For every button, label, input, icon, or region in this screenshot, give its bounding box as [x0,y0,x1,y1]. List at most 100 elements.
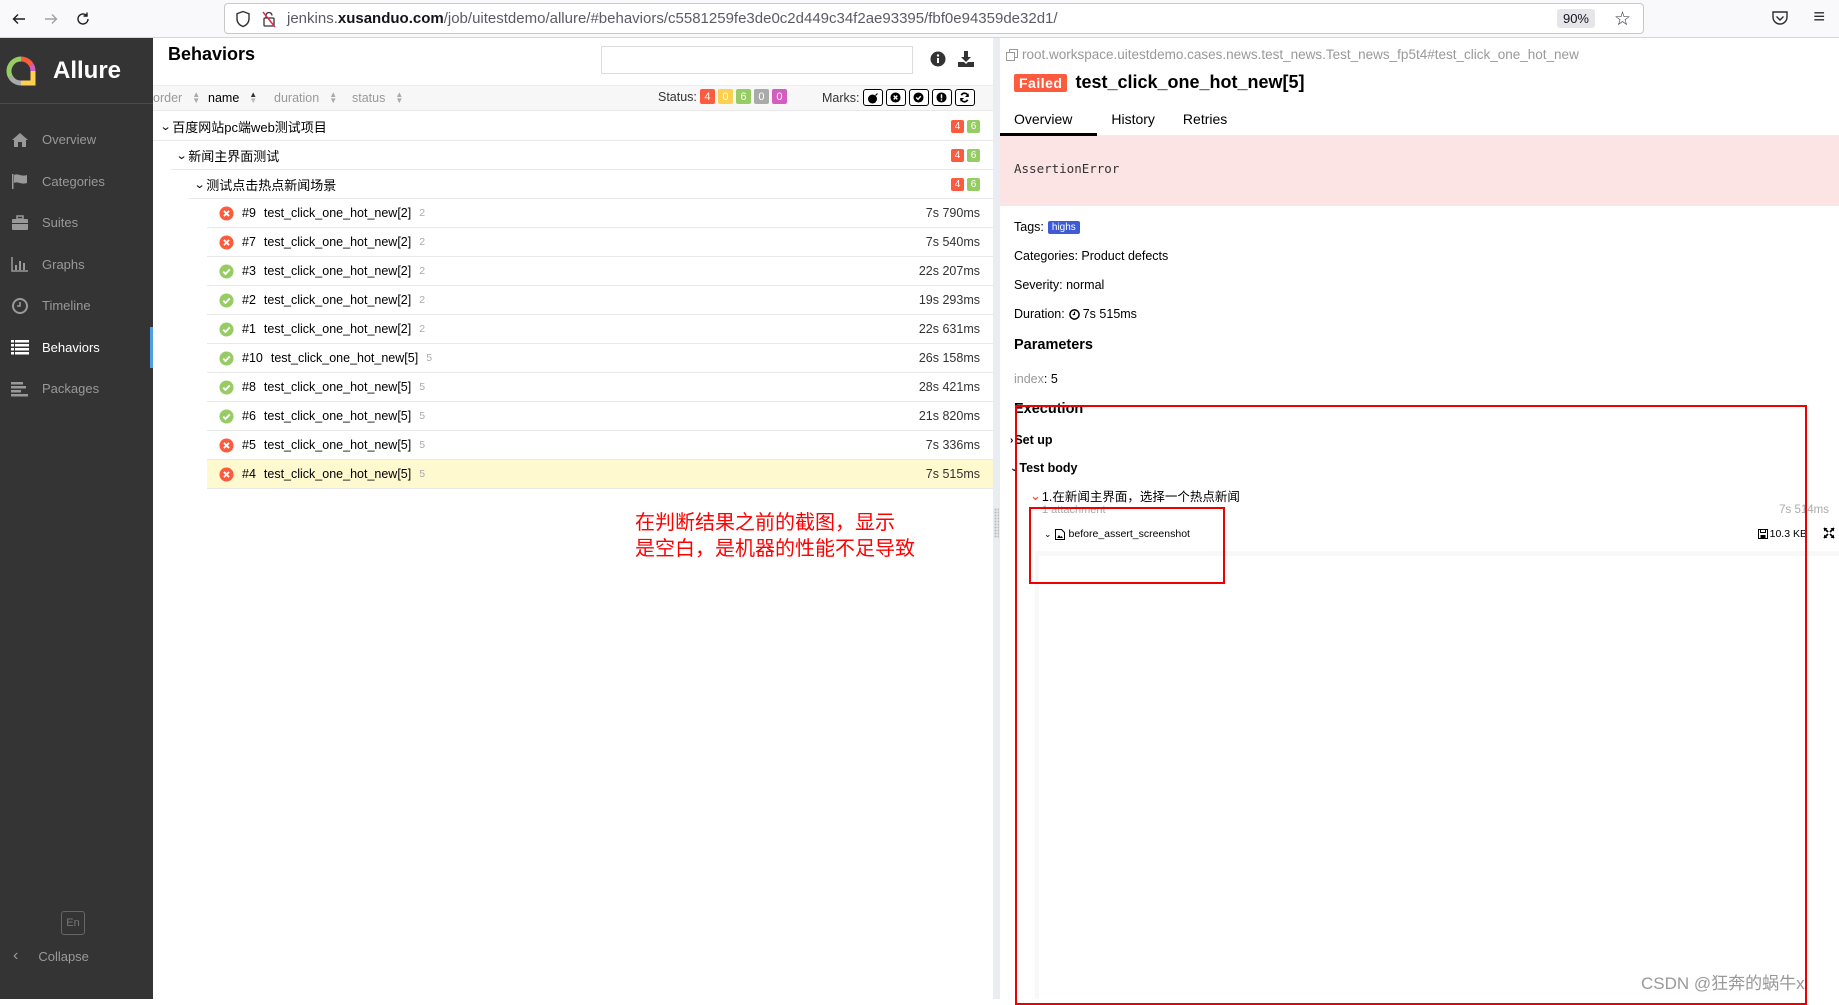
download-icon[interactable] [957,50,975,68]
status-badge: Failed [1014,73,1068,92]
duration-label: Duration: [1014,307,1065,321]
drag-handle-icon[interactable] [994,508,999,538]
tab-retries[interactable]: Retries [1169,104,1241,136]
test-name: test_click_one_hot_new[2] [263,235,412,249]
search-input[interactable] [601,46,913,74]
test-row[interactable]: #6 test_click_one_hot_new[5] 5 21s 820ms [207,402,993,431]
test-name: test_click_one_hot_new[5] [263,467,412,481]
url-text[interactable]: jenkins.xusanduo.com/job/uitestdemo/allu… [287,10,1058,27]
sort-label: name [208,91,240,105]
sidebar-item-timeline[interactable]: Timeline [0,285,153,327]
test-row[interactable]: #7 test_click_one_hot_new[2] 2 7s 540ms [207,228,993,257]
sidebar-item-packages[interactable]: Packages [0,368,153,410]
url-path: /job/uitestdemo/allure/#behaviors/c55812… [443,10,1058,27]
list-icon [10,337,30,357]
brand[interactable]: Allure [0,38,153,104]
copy-icon[interactable] [1006,48,1018,61]
duration-row: Duration: 7s 515ms [1014,307,1137,321]
check-circle-icon [913,92,924,103]
tree-group-story[interactable]: ⌄ 测试点击热点新闻场景 4 6 [189,170,993,199]
back-arrow-icon [12,13,25,24]
language-switch-button[interactable]: En [61,911,85,935]
behaviors-tree: ⌄ 百度网站pc端web测试项目 4 6 ⌄ 新闻主界面测试 4 6 ⌄ 测试点… [153,112,993,489]
forward-button[interactable] [38,6,64,32]
sidebar-item-overview[interactable]: Overview [0,119,153,161]
back-button[interactable] [6,6,32,32]
sort-bar: order ▲ ▼ name ▲ ▼ duration ▲ ▼ status ▲ ▼ S… [153,85,993,111]
annotation-box-execution [1015,405,1807,1005]
test-parameter: 2 [419,294,426,306]
pocket-icon[interactable] [1771,9,1789,27]
mark-new-failed-button[interactable] [885,89,906,106]
test-order: #10 [242,351,263,365]
status-filter-skipped[interactable]: 0 [753,89,769,104]
tags-label: Tags: [1014,220,1044,234]
url-bar[interactable]: jenkins.xusanduo.com/job/uitestdemo/allu… [224,3,1644,34]
insecure-lock-icon[interactable] [261,10,277,28]
status-filter-broken[interactable]: 0 [717,89,733,104]
bar-chart-icon [10,254,30,274]
clock-icon [10,296,30,316]
forward-arrow-icon [45,13,58,24]
chevron-down-icon: ⌄ [175,149,188,162]
sidebar-item-behaviors[interactable]: Behaviors [0,326,153,369]
passed-status-icon [219,350,234,366]
collapse-button[interactable]: ‹ Collapse [0,944,89,968]
sort-by-order[interactable]: order ▲ ▼ [143,91,200,106]
mark-flaky-button[interactable] [862,89,883,106]
mark-new-passed-button[interactable] [908,89,929,106]
status-filter: Status: 4 0 6 0 0 [658,89,787,104]
mark-retries-button[interactable] [954,89,975,106]
info-icon[interactable] [930,51,946,67]
chevron-down-icon: ⌄ [193,178,206,191]
bookmark-star-icon[interactable]: ☆ [1614,8,1631,31]
test-row[interactable]: #8 test_click_one_hot_new[5] 5 28s 421ms [207,373,993,402]
sort-by-name[interactable]: name ▲ ▼ [208,91,257,106]
test-row[interactable]: #9 test_click_one_hot_new[2] 2 7s 790ms [207,199,993,228]
hamburger-menu-icon[interactable]: ≡ [1813,6,1825,29]
test-row[interactable]: #10 test_click_one_hot_new[5] 5 26s 158ms [207,344,993,373]
test-title-row: Failed test_click_one_hot_new[5] [1014,72,1305,93]
bomb-icon [867,92,878,103]
reload-button[interactable] [70,6,96,32]
sort-label: status [352,91,386,105]
full-name-text: root.workspace.uitestdemo.cases.news.tes… [1022,47,1579,62]
test-order: #2 [242,293,256,307]
mark-new-broken-button[interactable] [931,89,952,106]
error-message-box[interactable]: AssertionError [1000,136,1839,206]
tree-group-feature[interactable]: ⌄ 新闻主界面测试 4 6 [171,141,993,170]
test-row[interactable]: #5 test_click_one_hot_new[5] 5 7s 336ms [207,431,993,460]
sidebar-item-categories[interactable]: Categories [0,161,153,203]
chevron-down-icon: ⌄ [159,120,172,133]
collapse-label: Collapse [38,948,89,964]
sort-by-status[interactable]: status ▲ ▼ [352,91,403,106]
test-row[interactable]: #4 test_click_one_hot_new[5] 5 7s 515ms [207,460,993,489]
group-label: 测试点击热点新闻场景 [206,177,337,193]
sidebar-item-label: Categories [42,173,105,189]
test-row[interactable]: #2 test_click_one_hot_new[2] 2 19s 293ms [207,286,993,315]
failed-count: 4 [951,178,964,191]
status-filter-unknown[interactable]: 0 [771,89,787,104]
sidebar-item-graphs[interactable]: Graphs [0,244,153,286]
pane-splitter[interactable] [993,38,1000,999]
tab-overview[interactable]: Overview [1000,104,1098,136]
test-row[interactable]: #1 test_click_one_hot_new[2] 2 22s 631ms [207,315,993,344]
expand-icon[interactable] [1823,527,1835,539]
test-duration: 28s 421ms [918,380,980,394]
sidebar-item-suites[interactable]: Suites [0,202,153,244]
sort-arrows-icon: ▲ ▼ [329,90,338,105]
tree-group-epic[interactable]: ⌄ 百度网站pc端web测试项目 4 6 [153,112,993,141]
status-filter-passed[interactable]: 6 [735,89,751,104]
zoom-level-badge[interactable]: 90% [1556,9,1595,28]
test-order: #1 [242,322,256,336]
status-filter-failed[interactable]: 4 [699,89,715,104]
test-row[interactable]: #3 test_click_one_hot_new[2] 2 22s 207ms [207,257,993,286]
sort-by-duration[interactable]: duration ▲ ▼ [274,90,338,106]
duration-value: 7s 515ms [1082,307,1137,321]
tab-history[interactable]: History [1097,104,1169,136]
shield-icon[interactable] [235,10,251,28]
briefcase-icon [10,213,30,233]
home-icon [10,130,30,150]
passed-status-icon [219,408,234,424]
tag-badge[interactable]: highs [1047,220,1080,234]
